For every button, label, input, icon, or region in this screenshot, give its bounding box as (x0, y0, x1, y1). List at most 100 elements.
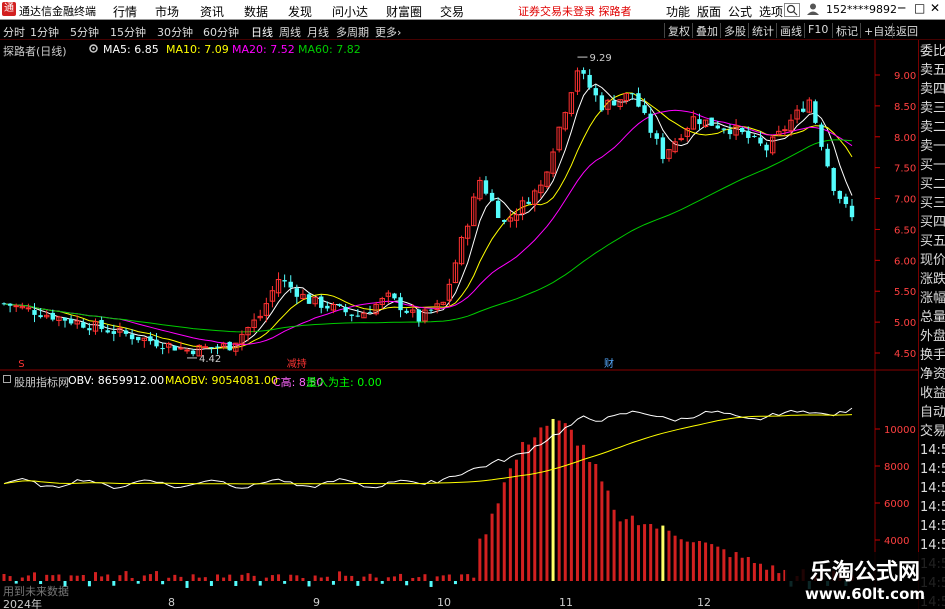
volume-bar (118, 575, 122, 581)
volume-bar (752, 563, 756, 581)
close-icon[interactable]: ✕ (930, 1, 940, 15)
candle-body-down (172, 345, 178, 351)
statistics-button[interactable]: 统计 (748, 23, 774, 38)
mark-button[interactable]: 标记 (832, 23, 858, 38)
candle-body-down (227, 341, 232, 351)
user-account[interactable]: 152****9892 (826, 3, 897, 16)
candle-body-down (843, 196, 849, 205)
volume-bar (643, 524, 647, 581)
volume-bar-neg (331, 581, 335, 585)
maximize-icon[interactable]: □ (914, 1, 925, 15)
candle-body-down (660, 137, 666, 159)
volume-bar (588, 462, 592, 581)
period-daily[interactable]: 日线 (251, 24, 273, 40)
candle-body-down (800, 108, 806, 112)
period-multi[interactable]: 多周期 (336, 24, 369, 40)
volume-bar (289, 574, 293, 581)
ma5-line (3, 83, 853, 351)
menu-news[interactable]: 资讯 (200, 3, 224, 20)
volume-bar (33, 572, 37, 581)
search-icon[interactable] (784, 3, 800, 17)
volume-bar (771, 565, 775, 581)
menu-function[interactable]: 功能 (666, 3, 690, 20)
period-15min[interactable]: 15分钟 (110, 24, 146, 40)
menu-wealth-circle[interactable]: 财富圈 (386, 3, 422, 20)
period-weekly[interactable]: 周线 (279, 24, 301, 40)
period-monthly[interactable]: 月线 (307, 24, 329, 40)
candle-body-up (782, 129, 788, 132)
period-30min[interactable]: 30分钟 (157, 24, 193, 40)
volume-bar (100, 576, 104, 581)
title-bar: 通 通达信金融终端 行情 市场 资讯 数据 发现 问小达 财富圈 交易 证券交易… (0, 0, 945, 20)
period-5min[interactable]: 5分钟 (70, 24, 99, 40)
period-intraday[interactable]: 分时 (3, 24, 25, 40)
minimize-icon[interactable]: ─ (898, 1, 905, 15)
period-60min[interactable]: 60分钟 (203, 24, 239, 40)
menu-options[interactable]: 选项 (759, 3, 783, 20)
volume-bar (8, 576, 12, 581)
volume-bar (533, 437, 537, 581)
order-book-label[interactable]: 自动 (920, 403, 945, 423)
price-tick-label: 4.50 (894, 349, 916, 360)
login-warning[interactable]: 证券交易未登录 探路者 (518, 3, 632, 19)
candle-body-down (581, 70, 586, 74)
volume-bar (545, 425, 549, 581)
order-book-label: 买五 (920, 234, 945, 249)
order-book-label: 14:56 (920, 462, 945, 477)
candle-body-down (129, 334, 135, 340)
order-book-panel: 委比 卖五 卖四 卖三 卖二 卖一 买一 买二 买三 买四 买五 现价 涨跌 涨幅 总量 外盘 换手 净资 收益 自动… (918, 40, 945, 609)
indicator-pane[interactable]: 股朋指标网 OBV: 8659912.00 MAOBV: 9054081.00 … (0, 371, 916, 596)
price-tick-label: 5.00 (894, 318, 916, 329)
volume-bar (441, 575, 445, 581)
candle-body-down (337, 304, 342, 306)
candle-body-down (746, 130, 751, 138)
back-button[interactable]: 返回 (892, 23, 918, 38)
candle-body-down (294, 288, 300, 297)
candle-body-down (343, 306, 348, 313)
order-book-label: 卖三 (920, 101, 945, 116)
volume-bar (722, 549, 726, 581)
candle-body-down (648, 113, 653, 133)
kline-chart: 9.00 8.50 8.00 7.50 7.00 6.50 6.00 5.50 5.00 4.50… (0, 40, 918, 371)
menu-trade[interactable]: 交易 (440, 3, 464, 20)
menu-quotes[interactable]: 行情 (113, 3, 137, 20)
obv-chart: 10000 8000 6000 4000 (2, 371, 916, 596)
kline-pane[interactable]: 探路者(日线) MA5: 6.85 MA10: 7.09 MA20: 7.52 … (0, 40, 918, 371)
volume-bar (478, 538, 482, 581)
candle-body-down (752, 136, 757, 138)
multi-stock-button[interactable]: 多股 (720, 23, 746, 38)
add-watchlist-button[interactable]: +自选 (860, 23, 895, 38)
candle-body-down (636, 93, 641, 107)
volume-bar-neg (258, 581, 262, 586)
volume-bar (411, 577, 415, 581)
candle-body-down (325, 305, 330, 309)
volume-bar (270, 575, 274, 581)
menu-market[interactable]: 市场 (155, 3, 179, 20)
order-book-label: 涨跌 (920, 272, 945, 287)
volume-bar (649, 524, 653, 581)
f10-button[interactable]: F10 (804, 23, 828, 38)
volume-bar (155, 571, 159, 581)
menu-data[interactable]: 数据 (244, 3, 268, 20)
menu-formula[interactable]: 公式 (728, 3, 752, 20)
volume-bar (539, 427, 543, 581)
menu-layout[interactable]: 版面 (697, 3, 721, 20)
x-label-oct: 10 (437, 596, 451, 609)
volume-bar (685, 541, 689, 581)
candle-body-down (32, 310, 37, 315)
order-book-label[interactable]: 交易 (920, 422, 945, 442)
menu-discover[interactable]: 发现 (288, 3, 312, 20)
order-book-label: 卖一 (920, 139, 945, 154)
user-icon[interactable] (806, 2, 820, 19)
volume-bar (447, 574, 451, 581)
watermark: 乐淘公式网 www.60lt.com (785, 552, 945, 609)
overlay-button[interactable]: 叠加 (692, 23, 718, 38)
volume-bar-neg (453, 581, 457, 585)
adjust-button[interactable]: 复权 (664, 23, 690, 38)
menu-ask[interactable]: 问小达 (332, 3, 368, 20)
period-1min[interactable]: 1分钟 (30, 24, 59, 40)
candle-body-down (813, 101, 818, 123)
volume-bar (362, 576, 366, 581)
draw-line-button[interactable]: 画线 (776, 23, 802, 38)
period-more[interactable]: 更多› (375, 24, 401, 40)
